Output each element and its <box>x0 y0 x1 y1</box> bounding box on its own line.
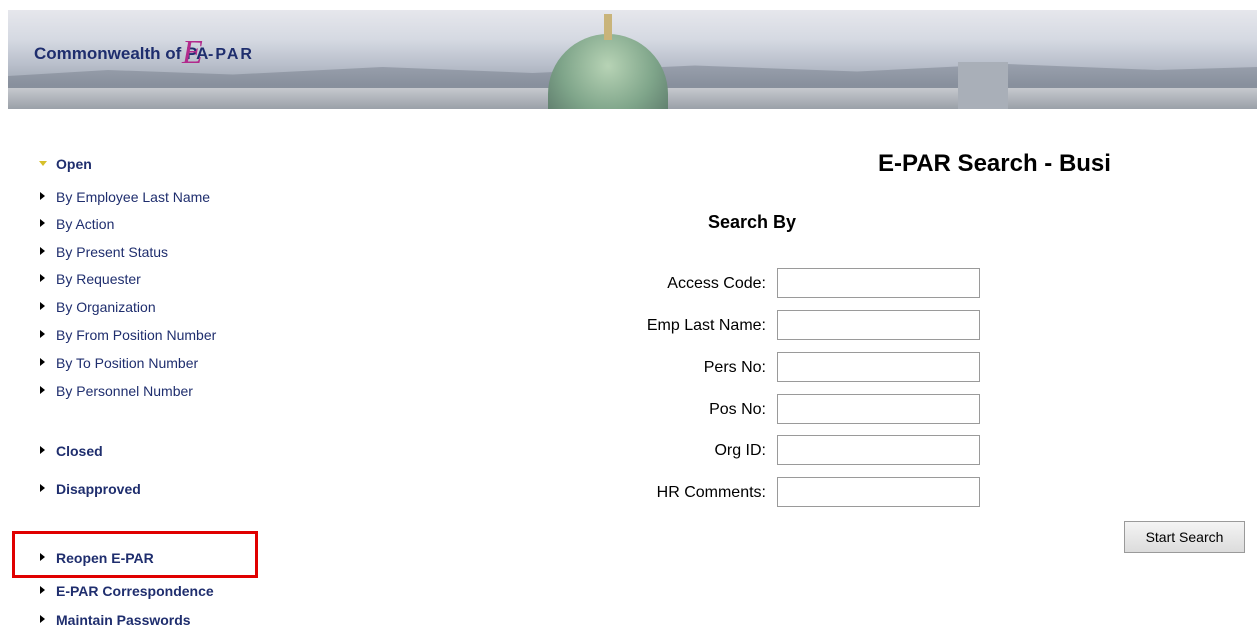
start-search-button[interactable]: Start Search <box>1124 521 1245 553</box>
expanded-arrow-icon <box>39 161 47 166</box>
nav-by-present-status-label: By Present Status <box>56 244 169 260</box>
hr-comments-label: HR Comments: <box>656 484 766 501</box>
nav-by-to-position-number-label: By To Position Number <box>56 355 199 371</box>
nav-maintain-passwords-label: Maintain Passwords <box>56 612 191 628</box>
building-image <box>958 62 1008 109</box>
reopen-highlight-box <box>12 531 258 578</box>
arrow-right-icon <box>40 446 45 454</box>
nav-by-requester-label: By Requester <box>56 271 141 287</box>
arrow-right-icon <box>40 330 45 338</box>
emp-last-name-label: Emp Last Name: <box>646 317 766 334</box>
arrow-right-icon <box>40 302 45 310</box>
arrow-right-icon <box>40 386 45 394</box>
nav-open-label: Open <box>56 156 92 172</box>
nav-by-personnel-number-label: By Personnel Number <box>56 383 193 399</box>
nav-by-employee-last-name-label: By Employee Last Name <box>56 189 211 205</box>
arrow-right-icon <box>40 192 45 200</box>
pers-no-label: Pers No: <box>703 359 766 376</box>
header-banner: Commonwealth of PA E -PAR <box>8 10 1257 109</box>
org-id-input[interactable] <box>777 435 980 465</box>
access-code-label: Access Code: <box>667 275 766 292</box>
logo-e: E <box>182 34 203 71</box>
pos-no-label: Pos No: <box>709 401 766 418</box>
section-heading: Search By <box>708 212 797 232</box>
logo-suffix: -PAR <box>208 46 254 63</box>
capitol-spire-image <box>604 14 612 40</box>
capitol-dome-image <box>548 34 668 109</box>
arrow-right-icon <box>40 247 45 255</box>
pers-no-input[interactable] <box>777 352 980 382</box>
arrow-right-icon <box>40 358 45 366</box>
nav-by-organization-label: By Organization <box>56 299 156 315</box>
nav-closed-label: Closed <box>56 443 103 459</box>
emp-last-name-input[interactable] <box>777 310 980 340</box>
arrow-right-icon <box>40 484 45 492</box>
nav-by-action-label: By Action <box>56 216 115 232</box>
pos-no-input[interactable] <box>777 394 980 424</box>
arrow-right-icon <box>40 274 45 282</box>
nav-by-from-position-number-label: By From Position Number <box>56 327 217 343</box>
access-code-input[interactable] <box>777 268 980 298</box>
hr-comments-input[interactable] <box>777 477 980 507</box>
nav-epar-correspondence-label: E-PAR Correspondence <box>56 583 214 599</box>
arrow-right-icon <box>40 219 45 227</box>
nav-disapproved-label: Disapproved <box>56 481 141 497</box>
org-id-label: Org ID: <box>714 442 766 459</box>
arrow-right-icon <box>40 615 45 623</box>
arrow-right-icon <box>40 586 45 594</box>
page-title: E-PAR Search - Busi <box>878 150 1111 177</box>
